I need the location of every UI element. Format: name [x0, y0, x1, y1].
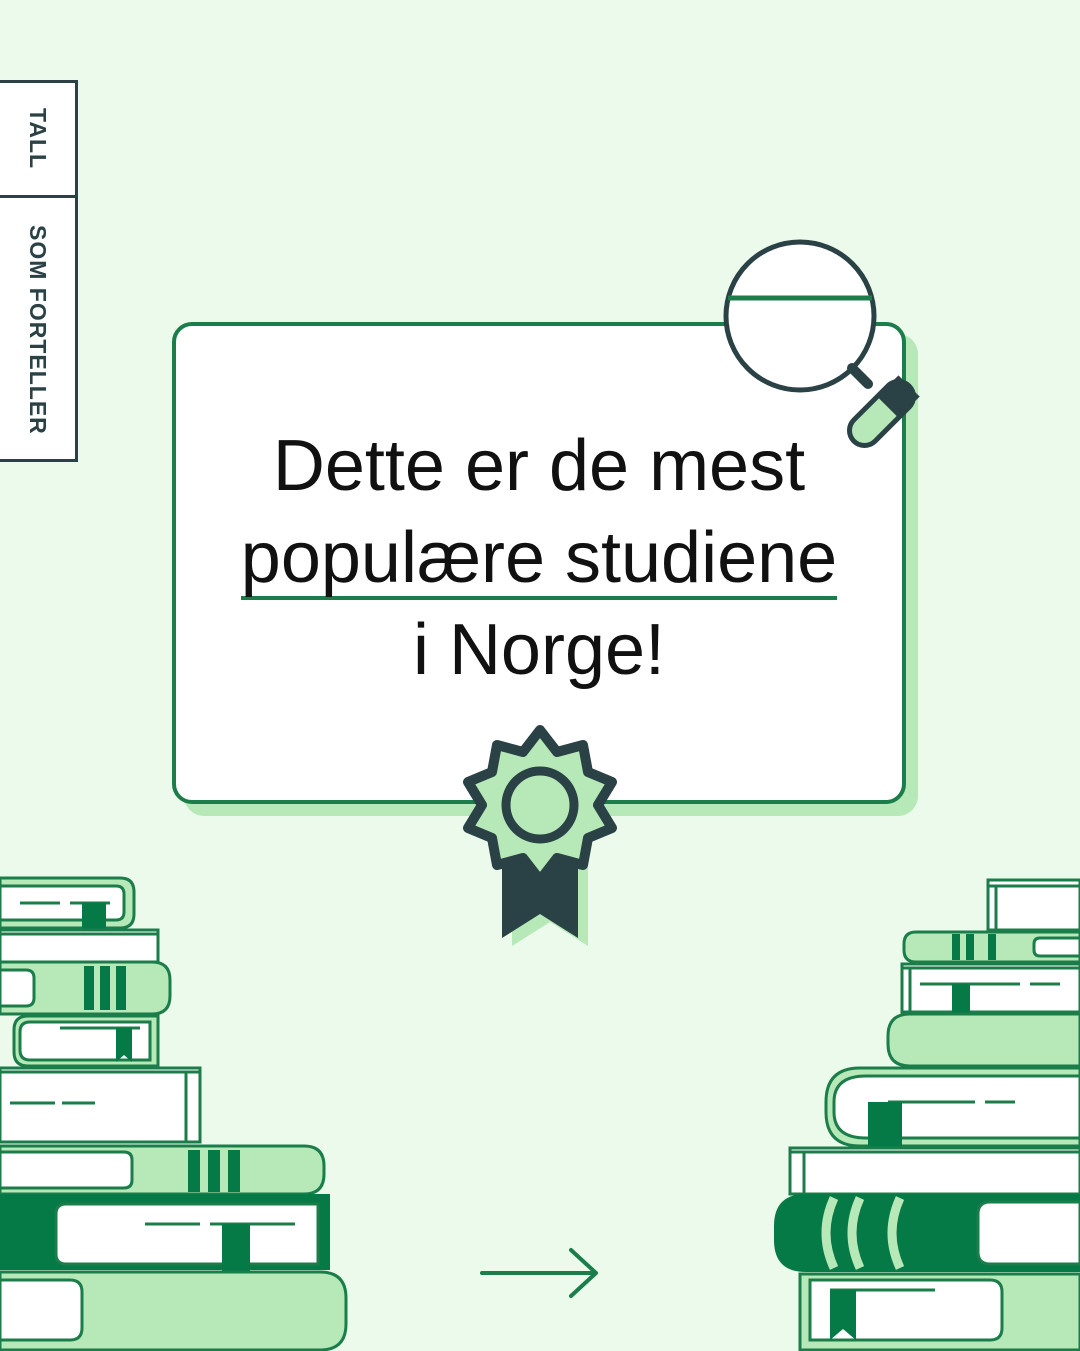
headline-line-2-underlined: populære studiene [240, 518, 838, 600]
award-rosette-icon [463, 725, 617, 946]
headline-line-3: i Norge! [412, 610, 666, 690]
book-stack-right [774, 878, 1080, 1351]
arrow-right-icon [480, 1248, 598, 1298]
book-stack-left [0, 876, 348, 1351]
headline: Dette er de mest populære studiene i Nor… [172, 420, 906, 696]
headline-line-1: Dette er de mest [272, 426, 806, 506]
